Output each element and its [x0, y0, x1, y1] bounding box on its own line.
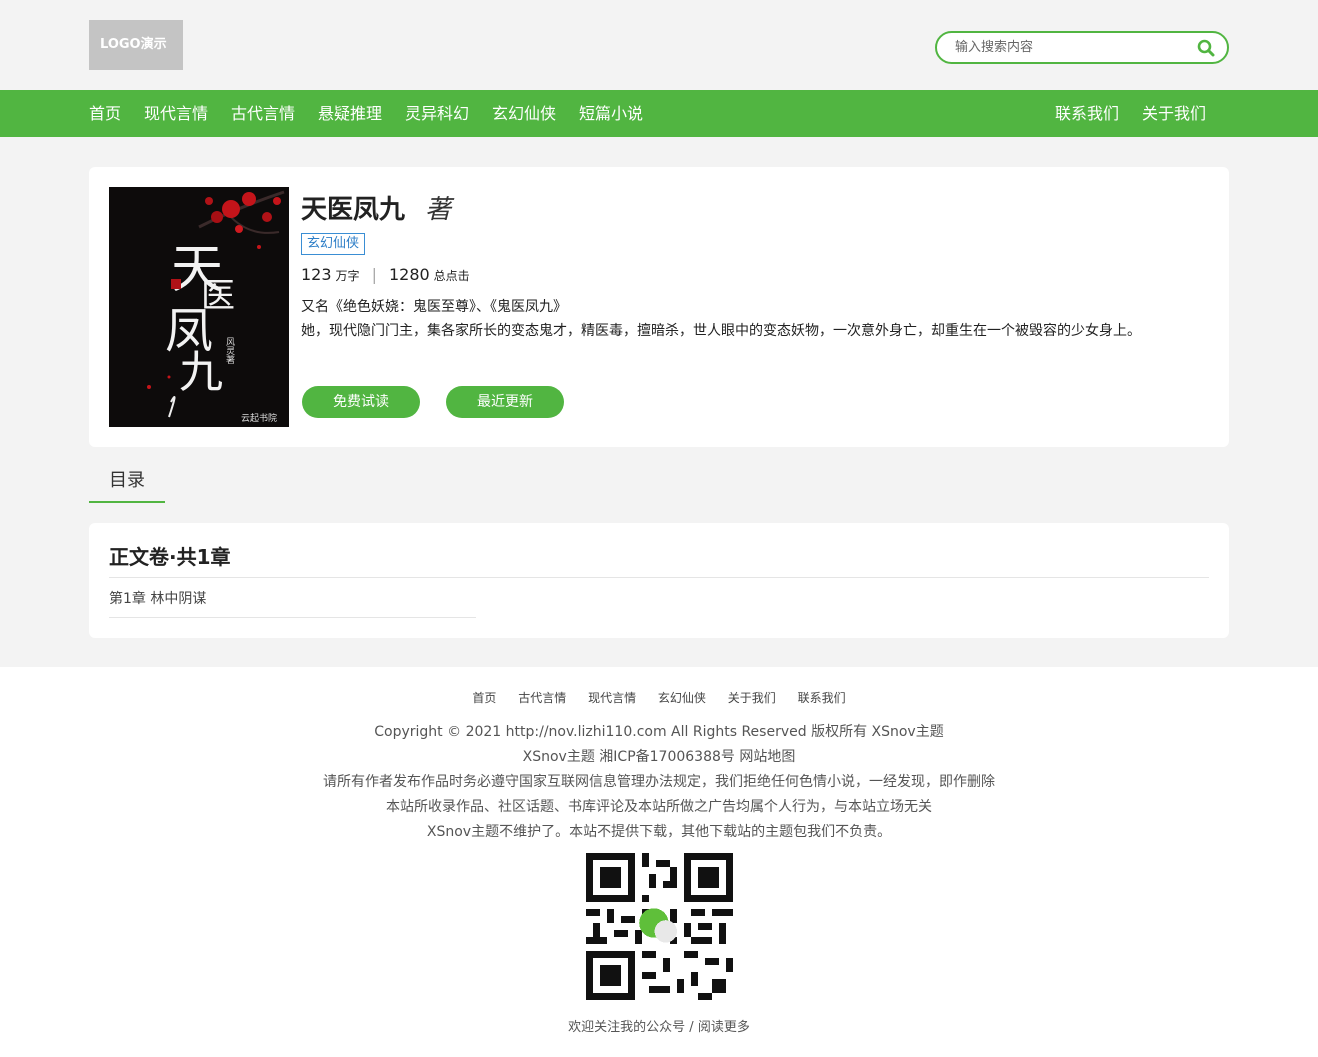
- book-stats: 123 万字 | 1280 总点击: [301, 265, 470, 284]
- book-description: 她，现代隐门门主，集各家所长的变态鬼才，精医毒，擅暗杀，世人眼中的变态妖物，一次…: [301, 323, 1141, 339]
- tab-catalog[interactable]: 目录: [89, 462, 165, 503]
- cover-art: 天 医 凤 九 风灵著 云起书院: [109, 187, 289, 427]
- nav-about[interactable]: 关于我们: [1142, 90, 1206, 137]
- nav-contact[interactable]: 联系我们: [1055, 90, 1119, 137]
- chapter-link[interactable]: 第1章 林中阴谋: [109, 587, 476, 618]
- footer-icp: XSnov主题 湘ICP备17006388号 网站地图: [522, 749, 796, 765]
- nav-ancient-romance[interactable]: 古代言情: [231, 90, 295, 137]
- cover-title-char-4: 九: [179, 347, 223, 398]
- site-logo[interactable]: LOGO演示: [89, 20, 183, 70]
- book-cover[interactable]: 天 医 凤 九 风灵著 云起书院: [109, 187, 289, 427]
- book-title[interactable]: 天医凤九: [301, 189, 405, 226]
- volume-title: 正文卷·共1章: [109, 545, 231, 569]
- footer-nav: 首页 古代言情 现代言情 玄幻仙侠 关于我们 联系我们: [0, 689, 1318, 706]
- nav-short-stories[interactable]: 短篇小说: [579, 90, 643, 137]
- cover-publisher: 云起书院: [241, 412, 277, 424]
- site-header: LOGO演示: [0, 0, 1318, 90]
- footer-copyright: Copyright © 2021 http://nov.lizhi110.com…: [374, 724, 944, 740]
- click-count: 1280: [388, 265, 430, 284]
- site-footer: 首页 古代言情 现代言情 玄幻仙侠 关于我们 联系我们 Copyright © …: [0, 667, 1318, 1057]
- chapter-list-card: 正文卷·共1章 第1章 林中阴谋: [89, 523, 1229, 638]
- word-count: 123: [301, 265, 332, 284]
- search-input[interactable]: [955, 33, 1195, 62]
- volume-divider: [109, 577, 1209, 578]
- nav-fantasy[interactable]: 玄幻仙侠: [492, 90, 556, 137]
- footer-link-home[interactable]: 首页: [472, 691, 496, 705]
- free-read-button[interactable]: 免费试读: [302, 386, 420, 418]
- wechat-qr-code: [586, 853, 733, 1000]
- search-box: [935, 31, 1229, 64]
- category-tag[interactable]: 玄幻仙侠: [301, 233, 366, 255]
- search-icon[interactable]: [1197, 39, 1215, 57]
- nav-home[interactable]: 首页: [89, 90, 121, 137]
- footer-link-fantasy[interactable]: 玄幻仙侠: [658, 691, 706, 705]
- footer-link-contact[interactable]: 联系我们: [798, 691, 846, 705]
- footer-notice-2: 本站所收录作品、社区话题、书库评论及本站所做之广告均属个人行为，与本站立场无关: [386, 799, 932, 815]
- stats-divider: |: [371, 265, 377, 284]
- qr-caption: 欢迎关注我的公众号 / 阅读更多: [568, 1020, 750, 1035]
- footer-link-about[interactable]: 关于我们: [728, 691, 776, 705]
- footer-link-ancient-romance[interactable]: 古代言情: [518, 691, 566, 705]
- footer-notice-1: 请所有作者发布作品时务必遵守国家互联网信息管理办法规定，我们拒绝任何色情小说，一…: [323, 774, 995, 790]
- main-nav: 首页 现代言情 古代言情 悬疑推理 灵异科幻 玄幻仙侠 短篇小说 联系我们 关于…: [0, 90, 1318, 137]
- book-info-card: 天 医 凤 九 风灵著 云起书院 天医凤九 著 玄幻仙侠 123 万字 | 1280 总…: [89, 167, 1229, 447]
- book-alias: 又名《绝色妖娆：鬼医至尊》、《鬼医凤九》: [301, 299, 567, 315]
- book-author: 著: [425, 195, 452, 225]
- nav-mystery[interactable]: 悬疑推理: [318, 90, 382, 137]
- word-count-unit: 万字: [335, 269, 360, 283]
- footer-notice-3: XSnov主题不维护了。本站不提供下载，其他下载站的主题包我们不负责。: [426, 824, 892, 840]
- latest-update-button[interactable]: 最近更新: [446, 386, 564, 418]
- nav-scifi[interactable]: 灵异科幻: [405, 90, 469, 137]
- cover-author-seal: 风灵著: [224, 337, 235, 364]
- click-count-unit: 总点击: [433, 269, 470, 283]
- footer-link-modern-romance[interactable]: 现代言情: [588, 691, 636, 705]
- nav-modern-romance[interactable]: 现代言情: [144, 90, 208, 137]
